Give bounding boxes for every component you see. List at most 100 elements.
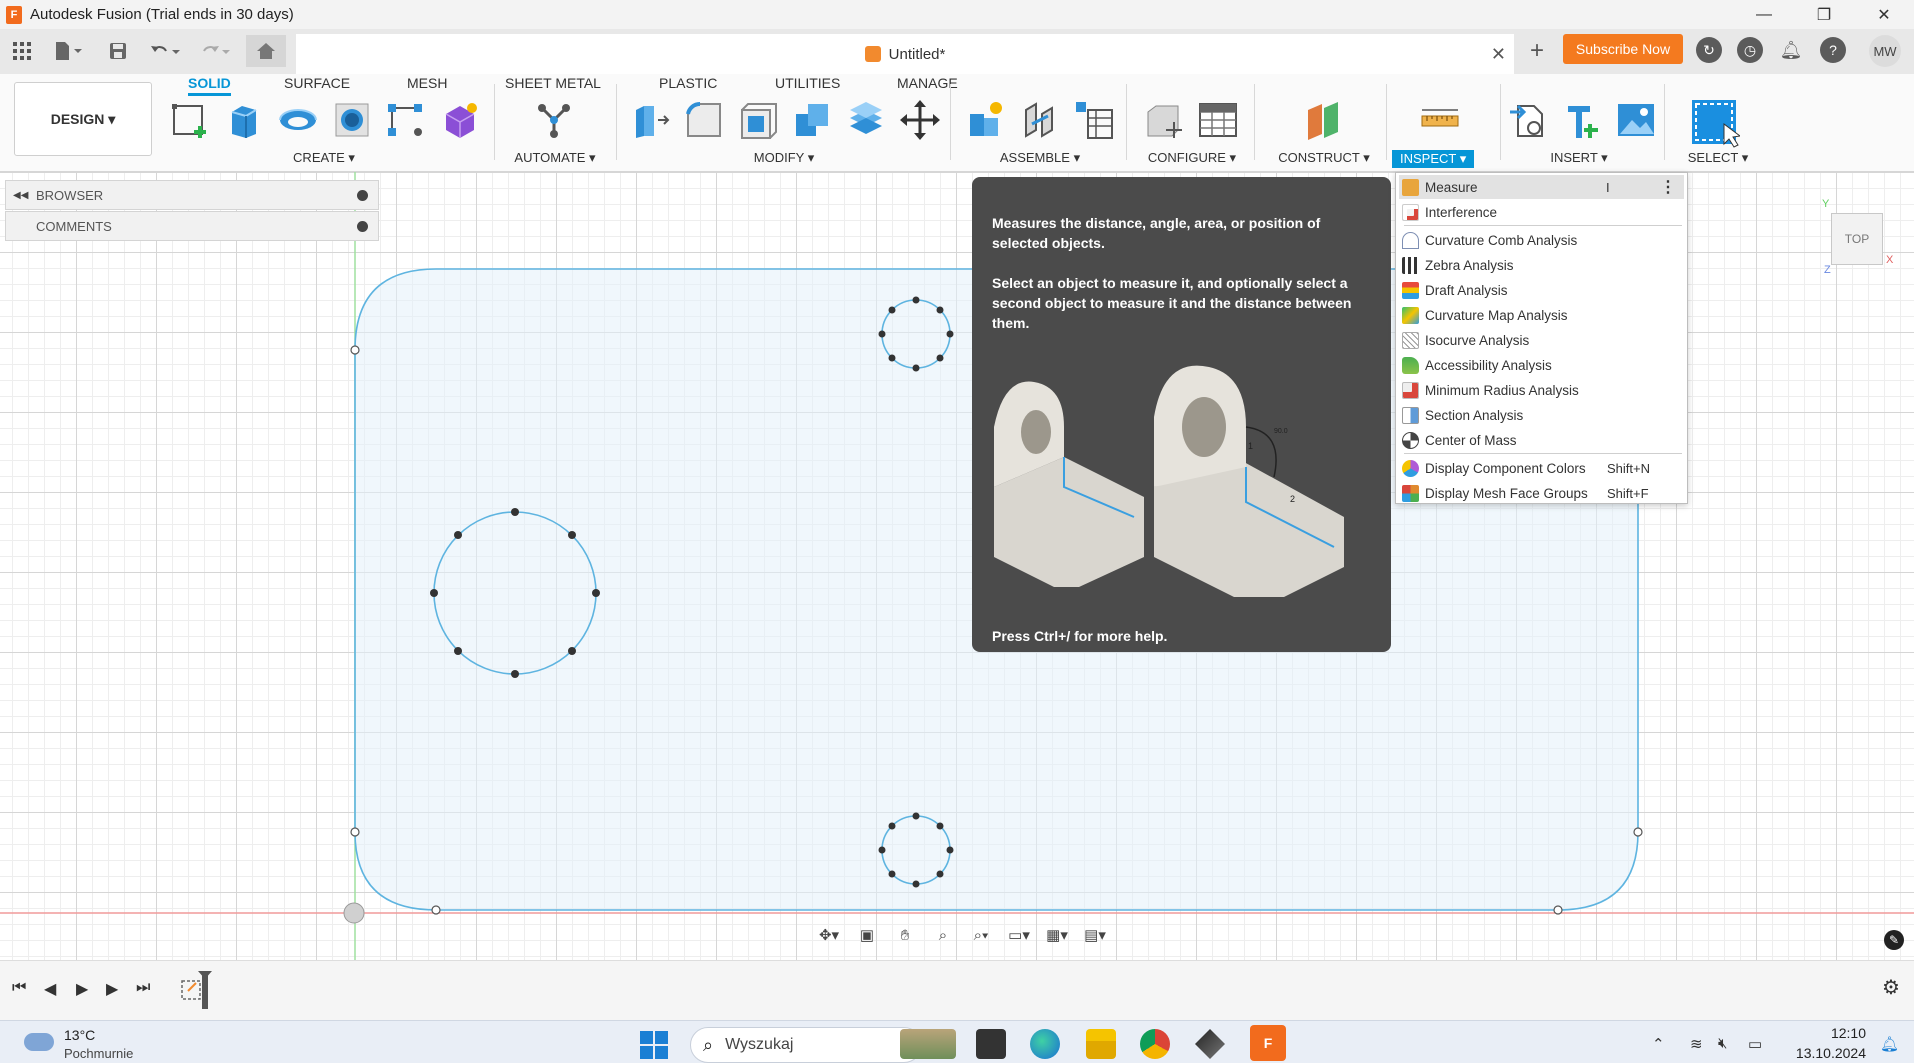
search-highlight-image[interactable] (900, 1029, 956, 1059)
restore-button[interactable]: ❐ (1794, 0, 1854, 29)
menu-item-zebra[interactable]: Zebra Analysis (1399, 253, 1684, 277)
browser-pin-icon[interactable] (357, 189, 368, 201)
menu-item-measure[interactable]: Measure I ⋮ (1399, 175, 1684, 199)
select-group-label[interactable]: SELECT ▾ (1680, 150, 1756, 168)
save-icon[interactable] (106, 37, 130, 65)
tab-mesh[interactable]: MESH (407, 74, 447, 96)
tab-surface[interactable]: SURFACE (284, 74, 350, 96)
inspect-group-label[interactable]: INSPECT ▾ (1392, 150, 1475, 168)
play-icon[interactable]: ▶ (76, 979, 88, 999)
app-icon[interactable] (1195, 1029, 1225, 1059)
hole-icon[interactable] (332, 100, 372, 140)
step-forward-icon[interactable]: ▶ (106, 979, 118, 999)
insert-mcmaster-icon[interactable] (1562, 100, 1602, 140)
taskbar-date[interactable]: 13.10.2024 (1780, 1045, 1866, 1061)
user-avatar[interactable]: MW (1869, 35, 1901, 67)
new-tab-button[interactable]: + (1522, 37, 1552, 65)
weather-description[interactable]: Pochmurnie (64, 1046, 133, 1061)
combine-icon[interactable] (792, 100, 832, 140)
comments-add-icon[interactable] (357, 220, 368, 232)
fillet-icon[interactable] (684, 100, 724, 140)
revolve-icon[interactable] (278, 100, 318, 140)
menu-item-section[interactable]: Section Analysis (1399, 403, 1684, 427)
zoom-window-icon[interactable]: ⌕▾ (964, 921, 998, 949)
workspace-switcher[interactable]: DESIGN ▾ (14, 82, 152, 156)
joint-icon[interactable] (1020, 100, 1060, 140)
help-icon[interactable]: ? (1820, 37, 1846, 63)
tab-sheet-metal[interactable]: SHEET METAL (505, 74, 601, 96)
volume-muted-icon[interactable]: 🔇︎ (1718, 1035, 1727, 1052)
document-tab[interactable]: Untitled* ✕ (296, 34, 1514, 74)
wifi-icon[interactable]: ≋ (1690, 1035, 1703, 1053)
file-menu-icon[interactable] (48, 37, 88, 65)
pan-icon[interactable]: ✋︎ (888, 921, 922, 949)
menu-item-draft[interactable]: Draft Analysis (1399, 278, 1684, 302)
menu-item-accessibility[interactable]: Accessibility Analysis (1399, 353, 1684, 377)
offset-face-icon[interactable] (846, 100, 886, 140)
insert-group-label[interactable]: INSERT ▾ (1544, 150, 1614, 168)
more-options-icon[interactable]: ⋮ (1660, 177, 1676, 197)
display-settings-icon[interactable]: ▭▾ (1002, 921, 1036, 949)
text-commands-icon[interactable]: ✎ (1884, 930, 1904, 950)
redo-icon[interactable] (196, 37, 236, 65)
automate-icon[interactable] (534, 100, 574, 140)
modify-group-label[interactable]: MODIFY ▾ (740, 150, 828, 168)
menu-item-curvature-map[interactable]: Curvature Map Analysis (1399, 303, 1684, 327)
sketch-feature-icon[interactable] (180, 971, 216, 1011)
collapse-panel-icon[interactable]: ◀◀ (13, 190, 28, 201)
extrude-icon[interactable] (224, 100, 264, 140)
tab-utilities[interactable]: UTILITIES (775, 74, 840, 96)
zoom-icon[interactable]: ⌕ (926, 921, 960, 949)
subscribe-button[interactable]: Subscribe Now (1563, 34, 1683, 64)
taskbar-clock[interactable]: 12:10 (1790, 1025, 1866, 1041)
new-component-icon[interactable] (966, 100, 1006, 140)
job-status-icon[interactable]: ↻ (1696, 37, 1722, 63)
tab-manage[interactable]: MANAGE (897, 74, 958, 96)
grid-icon[interactable]: ▦▾ (1040, 921, 1074, 949)
undo-icon[interactable] (146, 37, 186, 65)
windows-start-icon[interactable] (640, 1031, 668, 1059)
pattern-icon[interactable] (386, 100, 426, 140)
menu-item-curvature-comb[interactable]: Curvature Comb Analysis (1399, 228, 1684, 252)
bill-of-materials-icon[interactable] (1074, 100, 1114, 140)
shell-icon[interactable] (738, 100, 778, 140)
weather-cloud-icon[interactable] (24, 1033, 54, 1051)
close-tab-icon[interactable]: ✕ (1491, 44, 1506, 65)
create-form-icon[interactable] (440, 100, 480, 140)
construct-group-label[interactable]: CONSTRUCT ▾ (1274, 150, 1374, 168)
automate-group-label[interactable]: AUTOMATE ▾ (508, 150, 602, 168)
create-sketch-icon[interactable] (170, 100, 210, 140)
edge-browser-icon[interactable] (1030, 1029, 1060, 1059)
history-clock-icon[interactable]: ◷ (1737, 37, 1763, 63)
step-back-icon[interactable]: ◀ (44, 979, 56, 999)
configure-group-label[interactable]: CONFIGURE ▾ (1144, 150, 1240, 168)
tray-chevron-icon[interactable]: ⌃ (1652, 1035, 1665, 1053)
configure-icon[interactable] (1144, 100, 1184, 140)
select-icon[interactable] (1690, 98, 1740, 148)
go-to-start-icon[interactable]: ⏮ (12, 979, 26, 997)
menu-item-display-mesh-face-groups[interactable]: Display Mesh Face Groups Shift+F (1399, 481, 1684, 505)
look-at-icon[interactable]: ▣ (850, 921, 884, 949)
tab-solid[interactable]: SOLID (188, 74, 231, 96)
orbit-icon[interactable]: ✥▾ (812, 921, 846, 949)
move-icon[interactable] (900, 100, 940, 140)
fusion-taskbar-icon[interactable]: F (1250, 1025, 1286, 1061)
create-group-label[interactable]: CREATE ▾ (286, 150, 362, 168)
timeline-settings-icon[interactable]: ⚙ (1882, 975, 1900, 1000)
view-cube-face[interactable]: TOP (1845, 232, 1869, 246)
comments-panel-header[interactable]: COMMENTS (5, 211, 379, 241)
view-cube[interactable]: TOP (1831, 213, 1883, 265)
notification-bell-icon[interactable]: 🔔︎ (1880, 1035, 1899, 1053)
close-button[interactable]: ✕ (1854, 0, 1914, 29)
viewports-icon[interactable]: ▤▾ (1078, 921, 1112, 949)
apps-grid-icon[interactable] (10, 37, 34, 65)
taskbar-search[interactable]: ⌕ Wyszukaj (690, 1027, 922, 1063)
press-pull-icon[interactable] (630, 100, 670, 140)
notifications-bell-icon[interactable]: 🔔︎ (1778, 37, 1804, 63)
battery-icon[interactable]: ▭ (1748, 1035, 1762, 1053)
measure-icon[interactable] (1420, 100, 1460, 140)
insert-canvas-icon[interactable] (1616, 100, 1656, 140)
menu-item-isocurve[interactable]: Isocurve Analysis (1399, 328, 1684, 352)
weather-temperature[interactable]: 13°C (64, 1027, 95, 1043)
minimize-button[interactable]: — (1734, 0, 1794, 29)
